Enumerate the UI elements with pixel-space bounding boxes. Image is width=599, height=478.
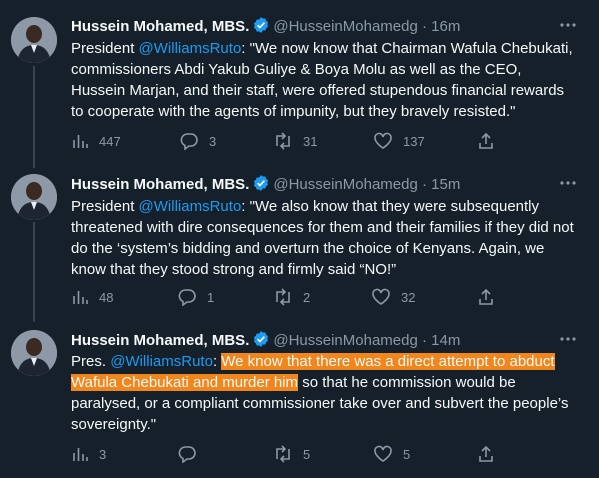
tweet-text: President @WilliamsRuto: "We now know th… — [71, 38, 576, 122]
author-handle[interactable]: @HusseinMohamedg — [273, 176, 417, 193]
author-name[interactable]: Hussein Mohamed, MBS. — [71, 332, 249, 349]
tweet-text-prefix: Pres. — [71, 353, 111, 370]
views-count: 3 — [99, 446, 107, 462]
like-count: 137 — [403, 133, 425, 149]
like-icon — [372, 288, 390, 305]
views-button[interactable]: 447 — [71, 131, 121, 151]
like-button[interactable]: 137 — [373, 131, 425, 151]
reply-icon — [178, 446, 196, 463]
author-name[interactable]: Hussein Mohamed, MBS. — [71, 18, 249, 35]
more-icon[interactable] — [558, 18, 578, 32]
reply-count: 3 — [209, 133, 217, 149]
timestamp[interactable]: 15m — [431, 176, 460, 193]
avatar[interactable] — [11, 330, 57, 376]
separator-dot: · — [422, 18, 427, 35]
retweet-button[interactable]: 31 — [273, 131, 317, 151]
action-bar: 48 1 2 32 — [71, 287, 501, 307]
reply-icon — [180, 133, 198, 150]
tweet-text: President @WilliamsRuto: "We also know t… — [71, 196, 576, 280]
retweet-button[interactable]: 5 — [273, 444, 310, 464]
tweet-header: Hussein Mohamed, MBS. @HusseinMohamedg · … — [71, 16, 460, 40]
mention-link[interactable]: @WilliamsRuto — [139, 40, 242, 57]
reply-button[interactable]: 3 — [179, 131, 216, 151]
share-icon — [479, 445, 493, 462]
verified-badge-icon — [252, 16, 270, 40]
tweet-text-prefix: President — [71, 198, 139, 215]
more-icon[interactable] — [558, 176, 578, 190]
retweet-icon — [276, 132, 290, 150]
action-bar: 3 5 5 — [71, 444, 501, 464]
views-count: 48 — [99, 289, 114, 305]
tweet[interactable]: Hussein Mohamed, MBS. @HusseinMohamedg · … — [0, 330, 599, 470]
views-icon — [73, 448, 88, 461]
views-icon — [73, 135, 88, 148]
share-icon — [479, 288, 493, 305]
views-icon — [73, 291, 88, 304]
reply-button[interactable] — [177, 444, 197, 464]
share-button[interactable] — [477, 131, 495, 151]
tweet-header: Hussein Mohamed, MBS. @HusseinMohamedg · … — [71, 174, 460, 198]
retweet-icon — [276, 445, 290, 463]
like-icon — [374, 445, 392, 462]
like-count: 32 — [401, 289, 416, 305]
separator-dot: · — [422, 332, 427, 349]
share-button[interactable] — [477, 287, 495, 307]
retweet-icon — [276, 288, 290, 306]
like-icon — [374, 132, 392, 149]
timestamp[interactable]: 14m — [431, 332, 460, 349]
share-button[interactable] — [477, 444, 495, 464]
retweet-count: 2 — [303, 289, 311, 305]
author-name[interactable]: Hussein Mohamed, MBS. — [71, 176, 249, 193]
avatar[interactable] — [11, 17, 57, 63]
like-count: 5 — [403, 446, 411, 462]
like-button[interactable]: 5 — [373, 444, 410, 464]
author-handle[interactable]: @HusseinMohamedg — [273, 18, 417, 35]
author-handle[interactable]: @HusseinMohamedg — [273, 332, 417, 349]
verified-badge-icon — [252, 174, 270, 198]
like-button[interactable]: 32 — [371, 287, 415, 307]
retweet-count: 31 — [303, 133, 318, 149]
reply-icon — [178, 289, 196, 306]
action-bar: 447 3 31 137 — [71, 131, 501, 151]
retweet-count: 5 — [303, 446, 311, 462]
views-button[interactable]: 3 — [71, 444, 106, 464]
views-button[interactable]: 48 — [71, 287, 113, 307]
more-icon[interactable] — [558, 332, 578, 346]
avatar[interactable] — [11, 174, 57, 220]
reply-button[interactable]: 1 — [177, 287, 214, 307]
tweet[interactable]: Hussein Mohamed, MBS. @HusseinMohamedg · … — [0, 174, 599, 314]
retweet-button[interactable]: 2 — [273, 287, 310, 307]
tweet[interactable]: Hussein Mohamed, MBS. @HusseinMohamedg · … — [0, 14, 599, 164]
share-icon — [479, 132, 493, 149]
tweet-text-prefix: President — [71, 40, 139, 57]
tweet-text: Pres. @WilliamsRuto: We know that there … — [71, 351, 576, 435]
mention-link[interactable]: @WilliamsRuto — [110, 353, 213, 370]
views-count: 447 — [99, 133, 121, 149]
separator-dot: · — [422, 176, 427, 193]
mention-link[interactable]: @WilliamsRuto — [139, 198, 242, 215]
timestamp[interactable]: 16m — [431, 18, 460, 35]
reply-count: 1 — [207, 289, 215, 305]
